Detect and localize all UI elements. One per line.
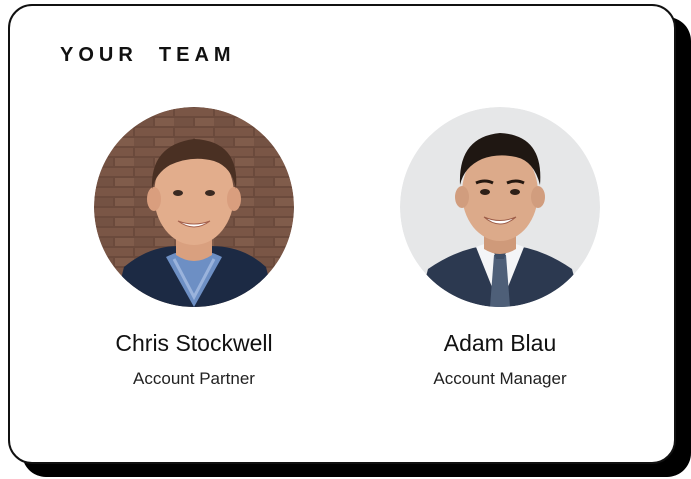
avatar	[94, 107, 294, 307]
section-title: YOUR TEAM	[60, 44, 236, 66]
member-role: Account Partner	[133, 369, 255, 388]
team-member-chris: Chris Stockwell Account Partner	[74, 107, 314, 390]
avatar	[400, 107, 600, 307]
team-card: YOUR TEAM Chris Stockwell Account Partne…	[8, 4, 676, 464]
member-name: Chris Stockwell	[115, 330, 273, 356]
member-name: Adam Blau	[443, 330, 557, 356]
member-role: Account Manager	[433, 369, 567, 388]
team-member-adam: Adam Blau Account Manager	[380, 107, 620, 390]
